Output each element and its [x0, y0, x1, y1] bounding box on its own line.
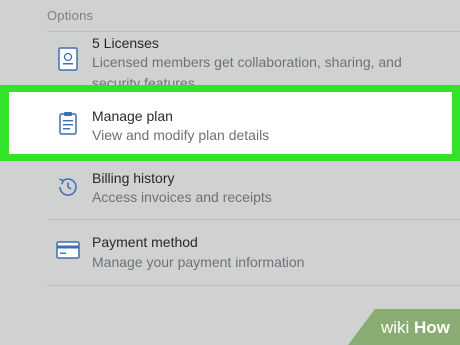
license-card-icon: [56, 47, 80, 71]
option-title: Manage plan: [92, 108, 173, 124]
option-description: Access invoices and receipts: [92, 189, 272, 205]
option-title: Billing history: [92, 170, 175, 186]
option-title: Payment method: [92, 234, 198, 250]
wikihow-watermark: wiki How: [348, 309, 460, 345]
option-description: View and modify plan details: [92, 127, 270, 143]
divider: [47, 285, 460, 286]
section-header: Options: [47, 8, 94, 23]
clipboard-icon: [56, 111, 80, 135]
option-payment-method[interactable]: Payment method Manage your payment infor…: [47, 220, 460, 284]
option-licenses[interactable]: 5 Licenses Licensed members get collabor…: [47, 32, 460, 92]
clock-history-icon: [56, 175, 80, 199]
option-billing-history[interactable]: Billing history Access invoices and rece…: [47, 162, 460, 218]
option-title: 5 Licenses: [92, 35, 159, 51]
option-manage-plan[interactable]: Manage plan View and modify plan details: [47, 92, 460, 154]
credit-card-icon: [56, 238, 80, 262]
option-description: Manage your payment information: [92, 254, 305, 270]
watermark-wiki: wiki: [381, 318, 410, 337]
watermark-how: How: [414, 318, 450, 337]
